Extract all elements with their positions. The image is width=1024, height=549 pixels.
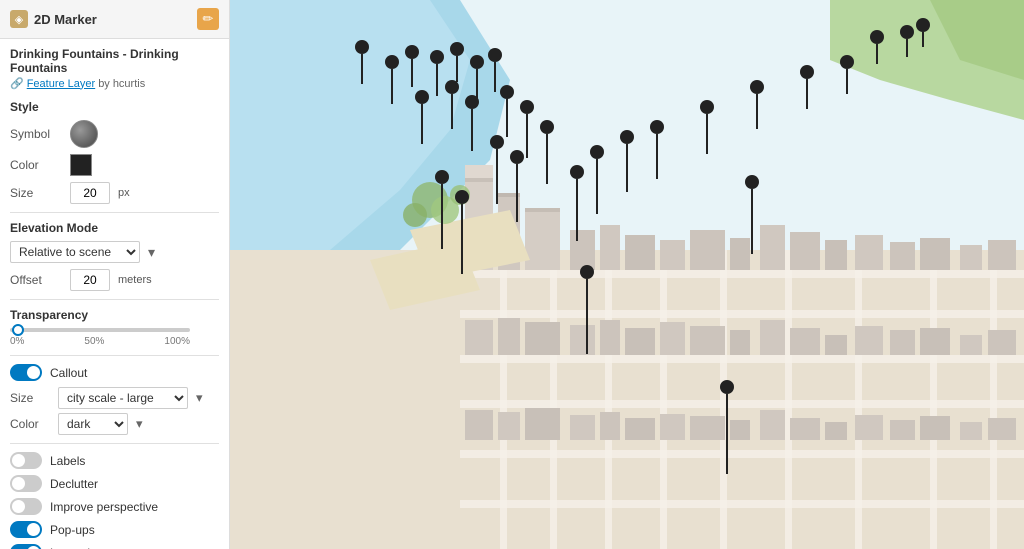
toggle-knob <box>12 477 25 490</box>
size-label: Size <box>10 186 62 200</box>
color-swatch[interactable] <box>70 154 92 176</box>
offset-label: Offset <box>10 273 62 287</box>
callout-section: Callout Size city scale - large city sca… <box>10 364 219 435</box>
transparency-thumb[interactable] <box>12 324 24 336</box>
link-icon: 🔗 <box>10 77 24 90</box>
toggle-pop-ups[interactable] <box>10 521 42 538</box>
callout-color-row: Color dark light ▾ <box>10 413 219 435</box>
map-svg <box>230 0 1024 549</box>
offset-row: Offset meters <box>10 269 219 291</box>
panel-title: 2D Marker <box>34 12 97 27</box>
callout-label: Callout <box>50 366 87 380</box>
layer-author: by <box>98 78 110 90</box>
map-area[interactable] <box>230 0 1024 549</box>
panel-header: ◈ 2D Marker ✏ <box>0 0 229 39</box>
offset-unit: meters <box>118 274 152 286</box>
callout-color-label: Color <box>10 417 50 431</box>
size-input[interactable] <box>70 182 110 204</box>
panel-body: Drinking Fountains - Drinking Fountains … <box>0 39 229 549</box>
elevation-dropdown-icon[interactable]: ▾ <box>148 244 155 261</box>
symbol-label: Symbol <box>10 127 62 141</box>
toggle-label-4: Legend <box>50 546 90 549</box>
toggle-declutter[interactable] <box>10 475 42 492</box>
toggle-label-3: Pop-ups <box>50 523 95 537</box>
size-unit: px <box>118 187 130 199</box>
callout-color-select[interactable]: dark light <box>58 413 128 435</box>
edit-button[interactable]: ✏ <box>197 8 219 30</box>
toggle-row-1: Declutter <box>10 475 219 492</box>
slider-min: 0% <box>10 336 24 347</box>
toggle-improve-perspective[interactable] <box>10 498 42 515</box>
style-section-label: Style <box>10 100 219 114</box>
callout-toggle[interactable] <box>10 364 42 381</box>
callout-size-dropdown-icon: ▾ <box>196 390 203 406</box>
transparency-section-label: Transparency <box>10 308 219 322</box>
symbol-swatch[interactable] <box>70 120 98 148</box>
callout-toggle-row: Callout <box>10 364 219 381</box>
offset-input[interactable] <box>70 269 110 291</box>
toggle-row-2: Improve perspective <box>10 498 219 515</box>
toggle-row-0: Labels <box>10 452 219 469</box>
toggle-label-2: Improve perspective <box>50 500 158 514</box>
callout-size-label: Size <box>10 391 50 405</box>
toggle-knob <box>27 523 40 536</box>
size-row: Size px <box>10 182 219 204</box>
transparency-slider-container: 0% 50% 100% <box>10 328 219 347</box>
color-label: Color <box>10 158 62 172</box>
marker-icon: ◈ <box>10 10 28 28</box>
layer-author-name: hcurtis <box>113 78 145 90</box>
toggle-row-3: Pop-ups <box>10 521 219 538</box>
toggle-knob <box>12 500 25 513</box>
elevation-mode-select[interactable]: Relative to scene Absolute height On the… <box>10 241 140 263</box>
toggle-legend[interactable] <box>10 544 42 549</box>
layer-subtitle: 🔗 Feature Layer by hcurtis <box>10 77 219 90</box>
left-panel: ◈ 2D Marker ✏ Drinking Fountains - Drink… <box>0 0 230 549</box>
callout-toggle-knob <box>27 366 40 379</box>
callout-size-select[interactable]: city scale - large city scale - medium c… <box>58 387 188 409</box>
slider-labels: 0% 50% 100% <box>10 336 190 347</box>
elevation-mode-row: Relative to scene Absolute height On the… <box>10 241 219 263</box>
callout-options: Size city scale - large city scale - med… <box>10 387 219 435</box>
callout-color-dropdown-icon: ▾ <box>136 416 143 432</box>
layer-name: Drinking Fountains - Drinking Fountains <box>10 47 219 75</box>
feature-layer-link[interactable]: Feature Layer <box>27 78 95 90</box>
slider-mid: 50% <box>84 336 104 347</box>
transparency-track[interactable] <box>10 328 190 332</box>
toggle-label-0: Labels <box>50 454 85 468</box>
toggle-row-4: Legend <box>10 544 219 549</box>
toggle-labels[interactable] <box>10 452 42 469</box>
elevation-section-label: Elevation Mode <box>10 221 219 235</box>
toggle-list: Labels Declutter Improve perspective Pop-up… <box>10 452 219 549</box>
slider-max: 100% <box>164 336 190 347</box>
toggle-label-1: Declutter <box>50 477 98 491</box>
callout-size-row: Size city scale - large city scale - med… <box>10 387 219 409</box>
color-row: Color <box>10 154 219 176</box>
toggle-knob <box>12 454 25 467</box>
symbol-row: Symbol <box>10 120 219 148</box>
